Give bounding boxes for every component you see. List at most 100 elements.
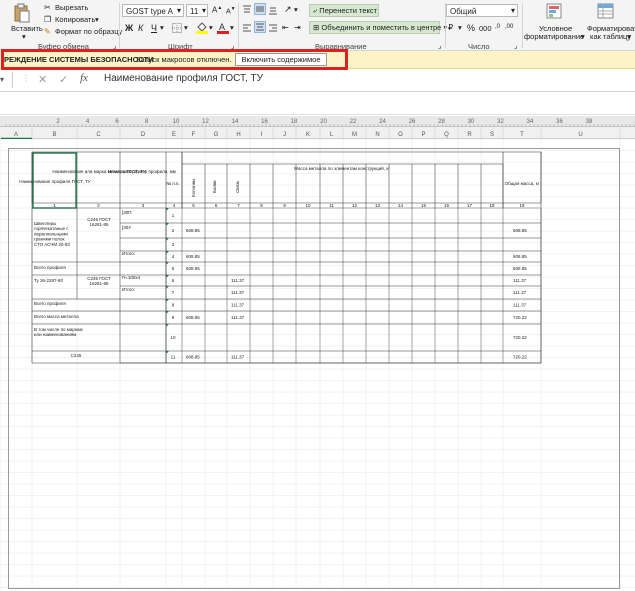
currency-icon[interactable]: ₽ (448, 23, 453, 32)
currency-dropdown-icon[interactable]: ▾ (458, 23, 462, 32)
cut-button[interactable]: Вырезать (55, 3, 88, 12)
ruler-mark: 14 (232, 119, 239, 125)
copy-button[interactable]: Копировать (55, 15, 95, 24)
format-as-table-dropdown-icon[interactable]: ▾ (627, 32, 631, 41)
font-color-icon[interactable]: A (217, 21, 229, 36)
borders-dropdown-icon[interactable]: ▾ (184, 23, 188, 32)
ruler-mark: 28 (438, 119, 445, 125)
font-name-select[interactable]: GOST type A ▾ (122, 4, 184, 17)
increase-decimal-button[interactable]: ,0 (495, 24, 500, 30)
italic-button[interactable]: К (138, 23, 143, 33)
separator (119, 3, 120, 48)
formula-bar-expanded-area[interactable] (0, 92, 635, 115)
svyaz-value: 111.37 (231, 315, 245, 320)
number-launcher-icon[interactable]: ⌟ (514, 41, 518, 50)
merge-center-button[interactable]: ⊞ Объединить и поместить в центре ▾ (309, 21, 447, 34)
align-right-icon[interactable] (268, 23, 278, 35)
align-center-icon[interactable] (254, 21, 266, 33)
alignment-launcher-icon[interactable]: ⌟ (438, 41, 442, 50)
column-header-a[interactable]: A (14, 132, 18, 138)
row-number: 11 (171, 355, 176, 360)
column-header-e[interactable]: E (172, 132, 176, 138)
fill-color-dropdown-icon[interactable]: ▾ (209, 23, 213, 32)
format-as-table-label-2[interactable]: как таблицу (590, 32, 631, 41)
insert-function-icon[interactable]: fx (80, 72, 88, 84)
paste-icon[interactable] (14, 3, 30, 23)
header-mass-group: Масса металла по элементам конструкций, … (294, 165, 390, 171)
column-header-h[interactable]: H (236, 132, 240, 138)
borders-icon[interactable] (172, 23, 182, 35)
merge-icon: ⊞ (313, 23, 320, 32)
copy-dropdown-icon[interactable]: ▾ (95, 15, 99, 24)
column-header-l[interactable]: L (330, 132, 334, 138)
error-marker (166, 351, 169, 354)
ruler-mark: 8 (145, 119, 149, 125)
ruler-mark: 22 (350, 119, 357, 125)
thousands-button[interactable]: 000 (479, 24, 492, 33)
chevron-down-icon: ▾ (176, 6, 181, 15)
conditional-formatting-label-2[interactable]: форматирование (524, 32, 584, 41)
orientation-dropdown-icon[interactable]: ▾ (294, 5, 298, 14)
font-color-dropdown-icon[interactable]: ▾ (230, 23, 234, 32)
column-header-p[interactable]: P (421, 132, 425, 138)
cancel-icon[interactable]: ✕ (38, 73, 47, 86)
font-size-value: 11 (190, 7, 199, 16)
profile-cell: [30П (122, 210, 132, 215)
formula-bar-grip-icon[interactable]: ⋮ (22, 74, 30, 83)
index-cell: 15 (421, 203, 427, 208)
decrease-decimal-button[interactable]: ,00 (505, 24, 513, 30)
percent-button[interactable]: % (467, 23, 475, 33)
column-header-j[interactable]: J (283, 132, 286, 138)
column-header-r[interactable]: R (467, 132, 472, 138)
column-header-i[interactable]: I (261, 132, 263, 138)
column-header-d[interactable]: D (141, 132, 146, 138)
ruler-mark: 12 (202, 119, 209, 125)
underline-dropdown-icon[interactable]: ▾ (160, 23, 164, 32)
orientation-icon[interactable]: ↗ (284, 4, 292, 15)
name-box-dropdown-icon[interactable]: ▾ (0, 72, 13, 88)
align-left-icon[interactable] (242, 23, 252, 35)
kolonny-value: 608.85 (186, 315, 200, 320)
number-format-select[interactable]: Общий ▾ (446, 4, 518, 17)
ruler-mark: 24 (379, 119, 386, 125)
column-header-c[interactable]: C (96, 132, 101, 138)
bold-button[interactable]: Ж (125, 23, 133, 33)
column-header-q[interactable]: Q (444, 132, 449, 138)
profile-name-cell: Ту 36-2287-80 (34, 278, 64, 283)
align-top-icon[interactable] (242, 5, 252, 17)
font-size-select[interactable]: 11 ▾ (186, 4, 208, 17)
font-name-value: GOST type A (126, 7, 173, 16)
paste-button[interactable]: Вставить (11, 24, 43, 33)
row-number: 7 (172, 290, 175, 295)
confirm-icon[interactable]: ✓ (59, 73, 68, 86)
conditional-formatting-icon[interactable] (546, 3, 564, 23)
format-painter-button[interactable]: Формат по образцу (55, 27, 122, 36)
column-header-m[interactable]: M (352, 132, 357, 138)
column-header-b[interactable]: B (52, 132, 56, 138)
align-bottom-icon[interactable] (268, 5, 278, 17)
separator (238, 3, 239, 48)
svg-text:A: A (219, 22, 225, 32)
paste-dropdown-icon[interactable]: ▾ (22, 32, 26, 41)
column-header-u[interactable]: U (578, 132, 582, 138)
column-header-n[interactable]: N (375, 132, 379, 138)
increase-font-icon[interactable]: A▲ (212, 5, 222, 15)
conditional-formatting-dropdown-icon[interactable]: ▾ (581, 32, 585, 41)
column-header-g[interactable]: G (214, 132, 219, 138)
ruler-mark: 26 (409, 119, 416, 125)
wrap-text-button[interactable]: ⤶ Перенести текст (309, 4, 379, 17)
format-as-table-icon[interactable] (597, 3, 615, 23)
increase-indent-icon[interactable]: ⇥ (294, 23, 301, 32)
formula-bar-input[interactable]: Наименование профиля ГОСТ, ТУ (104, 73, 263, 84)
row-number: 5 (172, 266, 175, 271)
column-header-s[interactable]: S (490, 132, 494, 138)
fill-color-icon[interactable] (196, 21, 208, 36)
column-header-t[interactable]: T (520, 132, 524, 138)
decrease-indent-icon[interactable]: ⇤ (282, 23, 289, 32)
column-header-f[interactable]: F (192, 132, 196, 138)
decrease-font-icon[interactable]: A▼ (226, 6, 236, 15)
column-header-k[interactable]: K (306, 132, 310, 138)
underline-button[interactable]: Ч (151, 23, 157, 33)
column-header-o[interactable]: O (398, 132, 403, 138)
align-middle-icon[interactable] (254, 3, 266, 15)
